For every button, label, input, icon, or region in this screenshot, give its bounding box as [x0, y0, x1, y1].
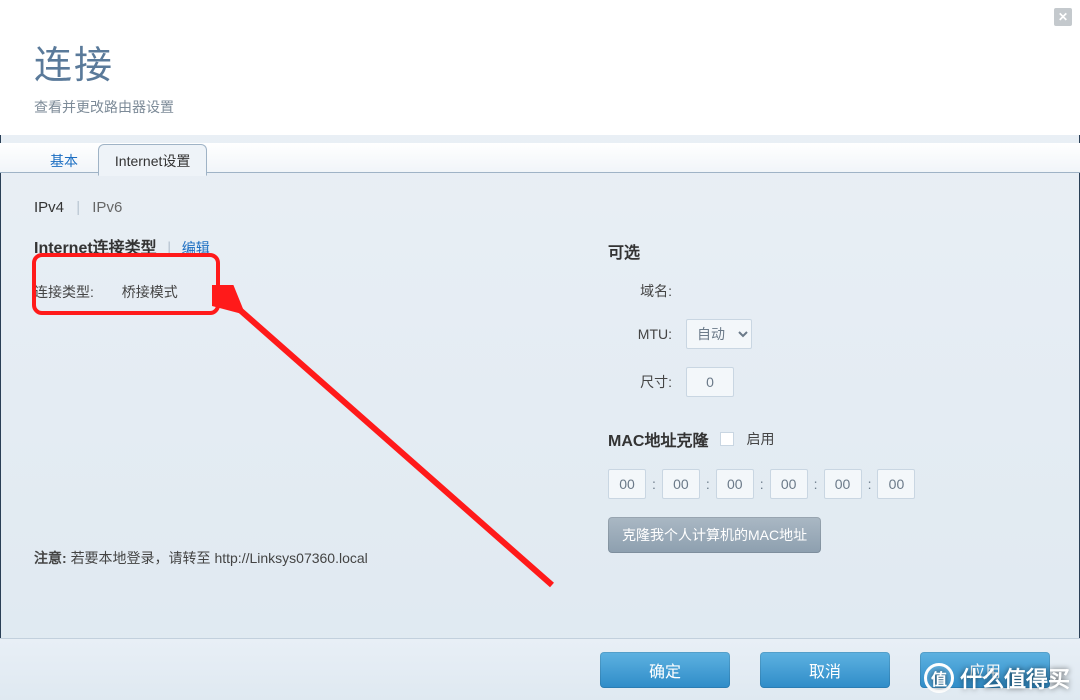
mac-octet-4[interactable]: [770, 469, 808, 499]
mac-octet-2[interactable]: [662, 469, 700, 499]
mac-octet-6[interactable]: [877, 469, 915, 499]
mtu-row: MTU: 自动: [608, 319, 1038, 349]
mtu-select[interactable]: 自动: [686, 319, 752, 349]
size-row: 尺寸:: [608, 367, 1038, 397]
mac-octet-3[interactable]: [716, 469, 754, 499]
tab-basic[interactable]: 基本: [34, 145, 94, 175]
page-title: 连接: [34, 34, 1046, 89]
ipv6-option[interactable]: IPv6: [92, 199, 122, 216]
note-label: 注意:: [34, 550, 67, 566]
page-subtitle: 查看并更改路由器设置: [34, 97, 1046, 117]
edit-link[interactable]: 编辑: [182, 240, 210, 256]
mac-enable-label: 启用: [746, 429, 774, 449]
clone-mac-button[interactable]: 克隆我个人计算机的MAC地址: [608, 517, 821, 553]
mac-enable-checkbox[interactable]: [720, 432, 734, 446]
annotation-arrow-icon: [212, 285, 572, 625]
tabs: 基本 Internet设置: [0, 143, 1080, 173]
domain-label: 域名:: [608, 281, 672, 301]
apply-button[interactable]: 应用: [920, 652, 1050, 688]
mac-inputs: : : : : :: [608, 469, 1038, 499]
connection-type-label: Internet连接类型: [34, 240, 157, 257]
cancel-button[interactable]: 取消: [760, 652, 890, 688]
content: IPv4 | IPv6 Internet连接类型 | 编辑 连接类型: 桥接模式…: [0, 173, 1080, 673]
local-login-note: 注意: 若要本地登录，请转至 http://Linksys07360.local: [34, 548, 368, 568]
mac-octet-5[interactable]: [824, 469, 862, 499]
optional-column: 可选 域名: MTU: 自动 尺寸: MAC地址克隆 启用: [608, 239, 1038, 553]
optional-heading: 可选: [608, 239, 1038, 263]
ip-version-switch: IPv4 | IPv6: [34, 199, 1046, 216]
footer: 确定 取消 应用: [0, 638, 1080, 700]
domain-row: 域名:: [608, 281, 1038, 301]
mac-clone-heading: MAC地址克隆: [608, 427, 708, 451]
connection-type-field-label: 连接类型:: [34, 284, 94, 300]
mac-octet-1[interactable]: [608, 469, 646, 499]
ipv4-option[interactable]: IPv4: [34, 199, 64, 216]
size-label: 尺寸:: [608, 372, 672, 392]
close-icon[interactable]: ✕: [1054, 8, 1072, 26]
tab-internet-settings[interactable]: Internet设置: [98, 144, 207, 176]
header: 连接 查看并更改路由器设置: [0, 0, 1080, 135]
separator: |: [76, 199, 80, 216]
router-settings-window: ✕ 连接 查看并更改路由器设置 基本 Internet设置 IPv4 | IPv…: [0, 0, 1080, 700]
connection-type-value: 桥接模式: [122, 284, 178, 300]
ok-button[interactable]: 确定: [600, 652, 730, 688]
mac-clone-section: MAC地址克隆 启用 : : : : : 克隆我个人计算机的MAC地址: [608, 427, 1038, 553]
note-text: 若要本地登录，请转至 http://Linksys07360.local: [71, 550, 368, 566]
separator: |: [167, 240, 171, 257]
size-input[interactable]: [686, 367, 734, 397]
mtu-label: MTU:: [608, 326, 672, 342]
